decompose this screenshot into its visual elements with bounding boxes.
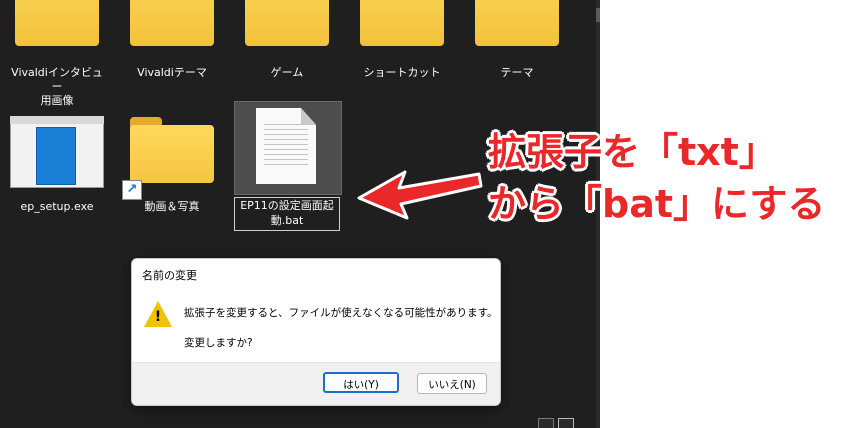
dialog-title: 名前の変更 bbox=[142, 269, 197, 282]
annotation-line-1: 拡張子を「txt」 bbox=[488, 130, 777, 174]
folder-item-theme[interactable]: テーマ bbox=[467, 0, 567, 100]
file-label: ep_setup.exe bbox=[20, 200, 94, 213]
folder-item-vivaldi-theme[interactable]: Vivaldiテーマ bbox=[122, 0, 222, 100]
folder-icon bbox=[130, 117, 214, 183]
folder-label: テーマ bbox=[500, 66, 534, 79]
folder-label: Vivaldiインタビュー 用画像 bbox=[11, 66, 103, 107]
details-view-button[interactable] bbox=[538, 418, 554, 428]
rename-confirm-dialog: 名前の変更 ! 拡張子を変更すると、ファイルが使えなくなる可能性があります。 変… bbox=[131, 258, 501, 406]
folder-item-game[interactable]: ゲーム bbox=[237, 0, 337, 100]
folder-icon bbox=[475, 0, 559, 46]
folder-label: ゲーム bbox=[270, 66, 304, 79]
no-button[interactable]: いいえ(N) bbox=[417, 373, 487, 394]
document-lines bbox=[264, 124, 308, 169]
folder-label: Vivaldiテーマ bbox=[137, 66, 207, 79]
shortcut-arrow-icon: ↗ bbox=[122, 180, 142, 200]
yes-button[interactable]: はい(Y) bbox=[323, 372, 399, 393]
folder-icon bbox=[130, 0, 214, 46]
scrollbar-thumb[interactable] bbox=[596, 8, 600, 22]
warning-icon-mark: ! bbox=[154, 309, 162, 325]
dialog-question: 変更しますか? bbox=[184, 337, 253, 349]
annotation-arrow-icon bbox=[357, 170, 483, 220]
folder-label: ショートカット bbox=[363, 66, 441, 79]
folder-icon bbox=[360, 0, 444, 46]
rename-input[interactable]: EP11の設定画面起動.bat bbox=[234, 197, 340, 231]
file-label: 動画＆写真 bbox=[144, 200, 200, 213]
dialog-message: 拡張子を変更すると、ファイルが使えなくなる可能性があります。 bbox=[184, 307, 498, 319]
tiles-view-button[interactable] bbox=[558, 418, 574, 428]
folder-icon bbox=[245, 0, 329, 46]
exe-app-icon bbox=[36, 127, 76, 185]
exe-titlebar bbox=[10, 116, 104, 124]
folder-icon bbox=[15, 0, 99, 46]
annotation-line-2: から「bat」にする bbox=[488, 182, 826, 226]
folder-item-vivaldi-interview[interactable]: Vivaldiインタビュー 用画像 bbox=[7, 0, 107, 107]
dialog-footer: はい(Y) いいえ(N) bbox=[132, 362, 500, 405]
folder-item-shortcut[interactable]: ショートカット bbox=[352, 0, 452, 100]
